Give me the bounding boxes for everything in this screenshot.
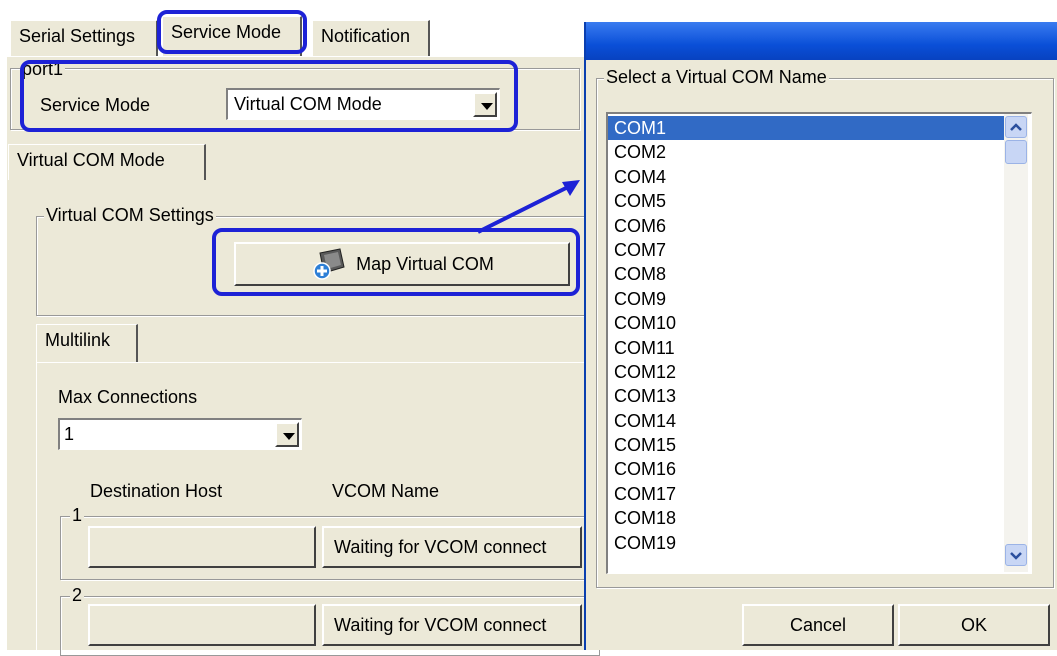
service-mode-highlight xyxy=(20,60,518,132)
com-list-item[interactable]: COM1 xyxy=(608,116,1004,141)
com-list-item[interactable]: COM6 xyxy=(608,214,1004,238)
chevron-up-icon xyxy=(1010,123,1022,131)
com-list-item[interactable]: COM8 xyxy=(608,262,1004,286)
com-list-item[interactable]: COM15 xyxy=(608,433,1004,457)
scroll-up-button[interactable] xyxy=(1005,116,1027,138)
cancel-label: Cancel xyxy=(789,614,847,635)
tab-serial-settings[interactable]: Serial Settings xyxy=(10,20,158,56)
service-mode-tab-highlight xyxy=(157,10,307,54)
tab-virtual-com-mode[interactable]: Virtual COM Mode xyxy=(8,144,206,180)
com-list-item[interactable]: COM7 xyxy=(608,238,1004,262)
vcom-name-header: VCOM Name xyxy=(332,481,440,501)
dialog-titlebar[interactable] xyxy=(586,22,1057,60)
select-vcom-legend: Select a Virtual COM Name xyxy=(604,67,829,87)
com-list-item[interactable]: COM17 xyxy=(608,482,1004,506)
com-list: COM1 COM2 COM4 COM5 COM6 COM7 COM8 COM9 COM10 COM… xyxy=(608,116,1004,555)
com-list-item[interactable]: COM13 xyxy=(608,384,1004,408)
com-list-item[interactable]: COM11 xyxy=(608,336,1004,360)
max-connections-value: 1 xyxy=(64,424,75,444)
com-list-item[interactable]: COM9 xyxy=(608,287,1004,311)
vcom-name-2-text: Waiting for VCOM connect xyxy=(334,615,547,635)
com-list-item[interactable]: COM19 xyxy=(608,531,1004,555)
listbox-scrollbar[interactable] xyxy=(1004,114,1028,572)
max-connections-select[interactable]: 1 xyxy=(58,418,302,450)
ok-button[interactable]: OK xyxy=(898,604,1050,646)
destination-host-1[interactable] xyxy=(88,526,316,568)
vcom-name-1-text: Waiting for VCOM connect xyxy=(334,537,547,557)
chevron-down-icon[interactable] xyxy=(275,422,299,447)
chevron-down-icon xyxy=(1010,552,1022,560)
connection-row-2-legend: 2 xyxy=(70,585,85,605)
com-list-item[interactable]: COM10 xyxy=(608,311,1004,335)
com-listbox[interactable]: COM1 COM2 COM4 COM5 COM6 COM7 COM8 COM9 COM10 COM… xyxy=(606,112,1032,574)
com-list-item[interactable]: COM18 xyxy=(608,506,1004,530)
scroll-down-button[interactable] xyxy=(1005,544,1027,566)
destination-host-2[interactable] xyxy=(88,604,316,646)
max-connections-label: Max Connections xyxy=(58,387,198,407)
vcom-name-2[interactable]: Waiting for VCOM connect xyxy=(322,604,582,646)
vcom-name-1[interactable]: Waiting for VCOM connect xyxy=(322,526,582,568)
com-list-item[interactable]: COM2 xyxy=(608,140,1004,164)
virtual-com-settings-legend: Virtual COM Settings xyxy=(44,205,216,225)
pointer-arrow xyxy=(477,180,580,234)
scroll-thumb[interactable] xyxy=(1005,140,1027,164)
destination-host-header: Destination Host xyxy=(90,481,223,501)
ok-label: OK xyxy=(960,614,987,635)
connection-row-1-legend: 1 xyxy=(70,505,85,525)
com-list-item[interactable]: COM14 xyxy=(608,409,1004,433)
com-list-item[interactable]: COM12 xyxy=(608,360,1004,384)
cancel-button[interactable]: Cancel xyxy=(742,604,894,646)
tab-notification[interactable]: Notification xyxy=(312,20,430,56)
com-list-item[interactable]: COM4 xyxy=(608,165,1004,189)
com-list-item[interactable]: COM5 xyxy=(608,189,1004,213)
com-list-item[interactable]: COM16 xyxy=(608,457,1004,481)
tab-multilink[interactable]: Multilink xyxy=(36,324,138,362)
select-vcom-dialog: Select a Virtual COM Name COM1 COM2 COM4 CO… xyxy=(584,22,1057,650)
